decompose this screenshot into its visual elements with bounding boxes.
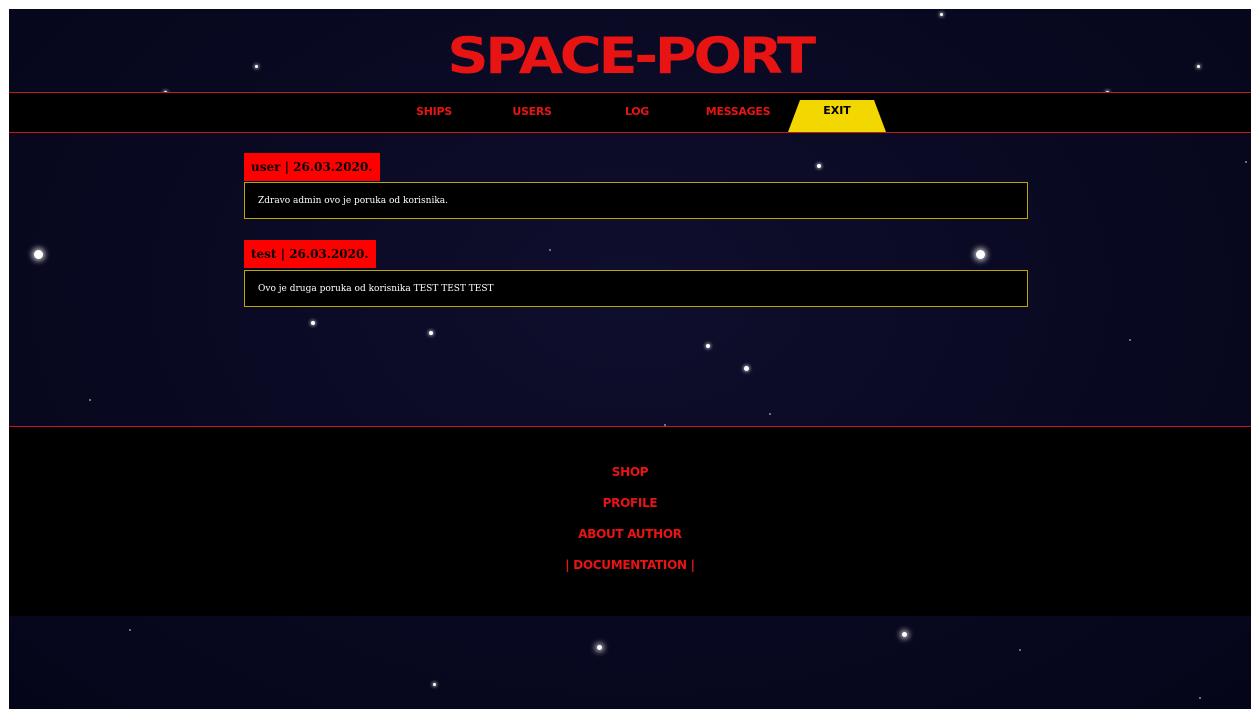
message-body: Zdravo admin ovo je poruka od korisnika. [244, 182, 1028, 219]
star [549, 249, 551, 251]
star [311, 321, 315, 325]
message-body: Ovo je druga poruka od korisnika TEST TE… [244, 270, 1028, 307]
star [976, 250, 985, 259]
message-header: test | 26.03.2020. [244, 240, 376, 268]
top-navigation: SHIPS USERS LOG MESSAGES EXIT [9, 92, 1251, 133]
nav-messages[interactable]: MESSAGES [693, 93, 783, 132]
star [89, 399, 91, 401]
star [433, 683, 436, 686]
site-logo[interactable]: SPACE-PORT [9, 31, 1251, 81]
star [1199, 697, 1201, 699]
star [817, 164, 821, 168]
footer-link-about-author[interactable]: ABOUT AUTHOR [9, 527, 1251, 541]
star [706, 344, 710, 348]
nav-ships[interactable]: SHIPS [402, 93, 466, 132]
nav-log[interactable]: LOG [605, 93, 669, 132]
star [429, 331, 433, 335]
nav-users[interactable]: USERS [500, 93, 564, 132]
footer-link-documentation[interactable]: | DOCUMENTATION | [9, 558, 1251, 572]
footer-link-shop[interactable]: SHOP [9, 465, 1251, 479]
star [1019, 649, 1021, 651]
message-header: user | 26.03.2020. [244, 153, 380, 181]
nav-exit-button[interactable]: EXIT [788, 100, 886, 132]
star [940, 13, 943, 16]
star [1245, 161, 1247, 163]
star [1129, 339, 1131, 341]
star [769, 413, 771, 415]
star [34, 250, 43, 259]
star [744, 366, 749, 371]
star [597, 645, 602, 650]
star [902, 632, 907, 637]
space-background: SPACE-PORT SHIPS USERS LOG MESSAGES EXIT… [9, 9, 1251, 709]
footer: SHOP PROFILE ABOUT AUTHOR | DOCUMENTATIO… [9, 426, 1251, 616]
star [129, 629, 131, 631]
footer-link-profile[interactable]: PROFILE [9, 496, 1251, 510]
